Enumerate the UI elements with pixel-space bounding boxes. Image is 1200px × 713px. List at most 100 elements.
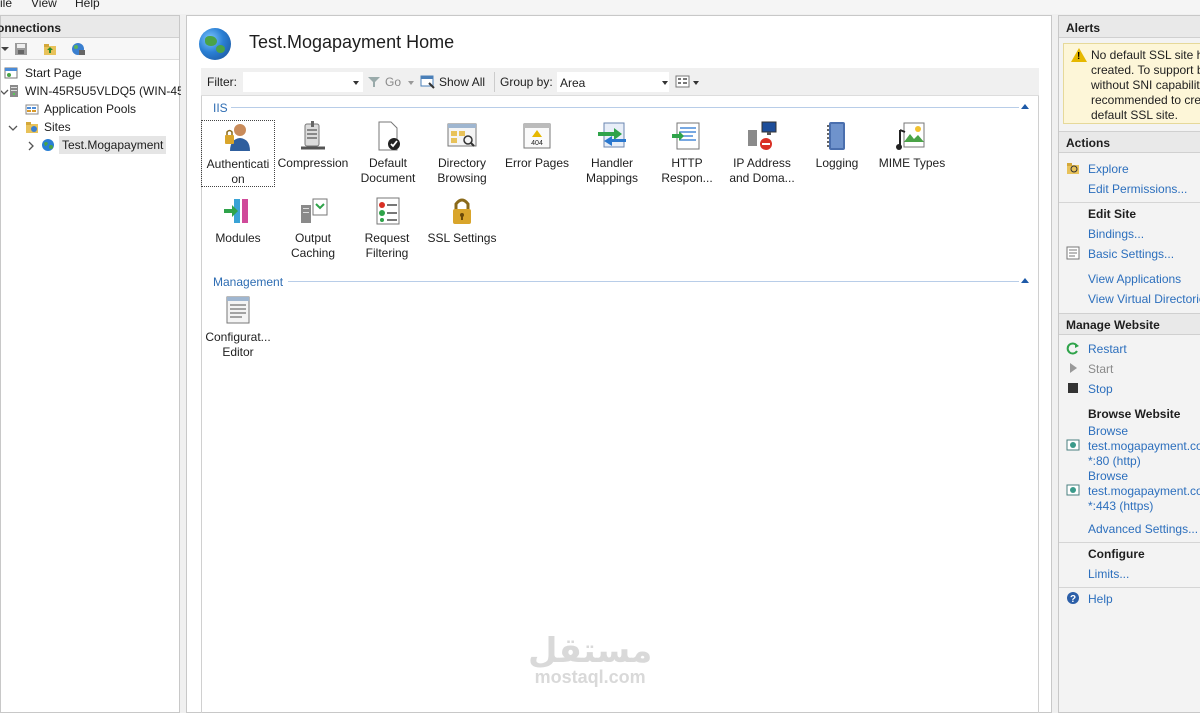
help-icon: ? — [1067, 592, 1079, 605]
collapse-arrow-icon[interactable] — [6, 121, 20, 135]
menu-help[interactable]: Help — [75, 0, 100, 10]
view-applications-link[interactable]: View Applications — [1088, 272, 1181, 286]
feature-ip-address-restrictions[interactable]: IP Address and Doma... — [725, 120, 799, 186]
tree-item-start-page[interactable]: Start Page — [1, 64, 181, 82]
show-all-button[interactable]: Show All — [439, 75, 485, 89]
section-divider — [1059, 202, 1200, 203]
watermark: مستقل mostaql.com — [528, 631, 652, 688]
feature-label: Browsing — [437, 171, 487, 185]
collapse-iis-icon[interactable] — [1021, 104, 1029, 109]
browse-http-icon — [1066, 439, 1080, 451]
tree-item-application-pools[interactable]: Application Pools — [1, 100, 181, 118]
feature-label: Filtering — [365, 246, 409, 260]
group-by-dropdown-icon[interactable] — [662, 81, 668, 85]
advanced-settings-link[interactable]: Advanced Settings... — [1088, 522, 1198, 536]
feature-label: Caching — [290, 246, 336, 260]
feature-http-response-headers[interactable]: HTTP Respon... — [650, 120, 724, 186]
feature-label: Directory — [437, 156, 486, 170]
restart-icon — [1066, 342, 1079, 355]
explore-link[interactable]: Explore — [1088, 162, 1129, 176]
basic-settings-link[interactable]: Basic Settings... — [1088, 247, 1174, 261]
feature-label: Editor — [222, 345, 254, 359]
feature-ssl-settings[interactable]: SSL Settings — [425, 195, 499, 246]
help-link[interactable]: Help — [1088, 592, 1113, 606]
collapse-management-icon[interactable] — [1021, 278, 1029, 283]
feature-configuration-editor[interactable]: Configurat... Editor — [201, 294, 275, 360]
view-virtual-directories-link[interactable]: View Virtual Directorie — [1088, 292, 1200, 306]
actions-panel: Alerts ! No default SSL site ha created.… — [1058, 15, 1200, 713]
browse-http-link[interactable]: Browse test.mogapayment.co *:80 (http) — [1088, 424, 1200, 469]
alert-line: No default SSL site ha — [1091, 48, 1200, 62]
alert-line: created. To support b — [1091, 63, 1200, 77]
edit-permissions-link[interactable]: Edit Permissions... — [1088, 182, 1187, 196]
features-view-panel: Test.Mogapayment Home Filter: Go Show Al… — [186, 15, 1052, 713]
bindings-link[interactable]: Bindings... — [1088, 227, 1144, 241]
actions-header: Actions — [1059, 131, 1200, 153]
tree-item-sites[interactable]: Sites — [1, 118, 181, 136]
start-link[interactable]: Start — [1088, 362, 1113, 376]
feature-label: IP Address — [733, 156, 791, 170]
view-mode-icon[interactable] — [675, 74, 691, 90]
group-header-iis: IIS — [213, 101, 228, 115]
connect-icon[interactable] — [71, 42, 85, 56]
feature-logging[interactable]: Logging — [800, 120, 874, 171]
feature-request-filtering[interactable]: Request Filtering — [350, 195, 424, 261]
alert-line: default SSL site. — [1091, 108, 1178, 122]
tree-item-server[interactable]: WIN-45R5U5VLDQ5 (WIN-45R — [1, 82, 181, 100]
directory-browsing-icon — [447, 123, 477, 147]
logging-icon — [827, 122, 845, 150]
expand-arrow-icon[interactable] — [24, 139, 38, 153]
feature-label: Configurat... — [205, 330, 271, 344]
save-icon[interactable] — [14, 42, 28, 56]
feature-output-caching[interactable]: Output Caching — [276, 195, 350, 261]
browse-line: *:443 (https) — [1088, 499, 1154, 513]
stop-icon — [1068, 383, 1078, 393]
menu-view[interactable]: View — [31, 0, 57, 10]
browse-https-icon — [1066, 484, 1080, 496]
edit-site-title: Edit Site — [1088, 207, 1137, 221]
view-mode-dropdown-icon[interactable] — [693, 81, 699, 85]
dropdown-arrow-icon[interactable] — [0, 42, 13, 56]
tree-label: WIN-45R5U5VLDQ5 (WIN-45R — [25, 84, 181, 98]
feature-directory-browsing[interactable]: Directory Browsing — [425, 120, 499, 186]
feature-label: Default — [368, 156, 408, 170]
browse-line: Browse — [1088, 469, 1129, 483]
feature-compression[interactable]: Compression — [276, 120, 350, 171]
connections-panel: onnections Start Page WIN-45R5U5VLDQ5 (W… — [0, 15, 181, 713]
restart-link[interactable]: Restart — [1088, 342, 1127, 356]
alert-message: No default SSL site ha created. To suppo… — [1091, 48, 1200, 123]
filter-input[interactable] — [243, 72, 363, 92]
stop-link[interactable]: Stop — [1088, 382, 1113, 396]
section-divider — [1059, 542, 1200, 543]
server-icon — [10, 85, 18, 97]
feature-handler-mappings[interactable]: Handler Mappings — [575, 120, 649, 186]
modules-icon — [224, 199, 248, 223]
tree-label: Test.Mogapayment — [59, 136, 167, 154]
sites-folder-icon — [26, 122, 38, 133]
feature-label: Mappings — [585, 171, 639, 185]
filter-dropdown-icon[interactable] — [353, 81, 359, 85]
feature-default-document[interactable]: Default Document — [351, 120, 425, 186]
svg-text:404: 404 — [531, 140, 543, 147]
feature-error-pages[interactable]: 404 Error Pages — [500, 120, 574, 171]
group-header-management: Management — [213, 275, 284, 289]
http-response-icon — [672, 122, 700, 150]
ssl-settings-icon — [453, 198, 471, 224]
menu-file[interactable]: ile — [0, 0, 12, 10]
group-by-select[interactable]: Area — [557, 72, 669, 92]
tree-label: Start Page — [25, 66, 82, 80]
feature-authentication[interactable]: Authenticati on — [201, 120, 275, 187]
feature-mime-types[interactable]: MIME Types — [875, 120, 949, 171]
browse-https-link[interactable]: Browse test.mogapayment.co *:443 (https) — [1088, 469, 1200, 514]
go-button[interactable]: Go — [385, 75, 401, 89]
go-dropdown-icon[interactable] — [408, 81, 414, 85]
handler-mappings-icon — [598, 122, 626, 148]
browse-line: *:80 (http) — [1088, 454, 1141, 468]
feature-modules[interactable]: Modules — [201, 195, 275, 246]
up-folder-icon[interactable] — [43, 42, 57, 56]
tree-item-test-mogapayment[interactable]: Test.Mogapayment — [1, 136, 181, 154]
browse-line: test.mogapayment.co — [1088, 439, 1200, 453]
tree-label: Application Pools — [44, 102, 137, 116]
limits-link[interactable]: Limits... — [1088, 567, 1129, 581]
section-divider — [1059, 587, 1200, 588]
